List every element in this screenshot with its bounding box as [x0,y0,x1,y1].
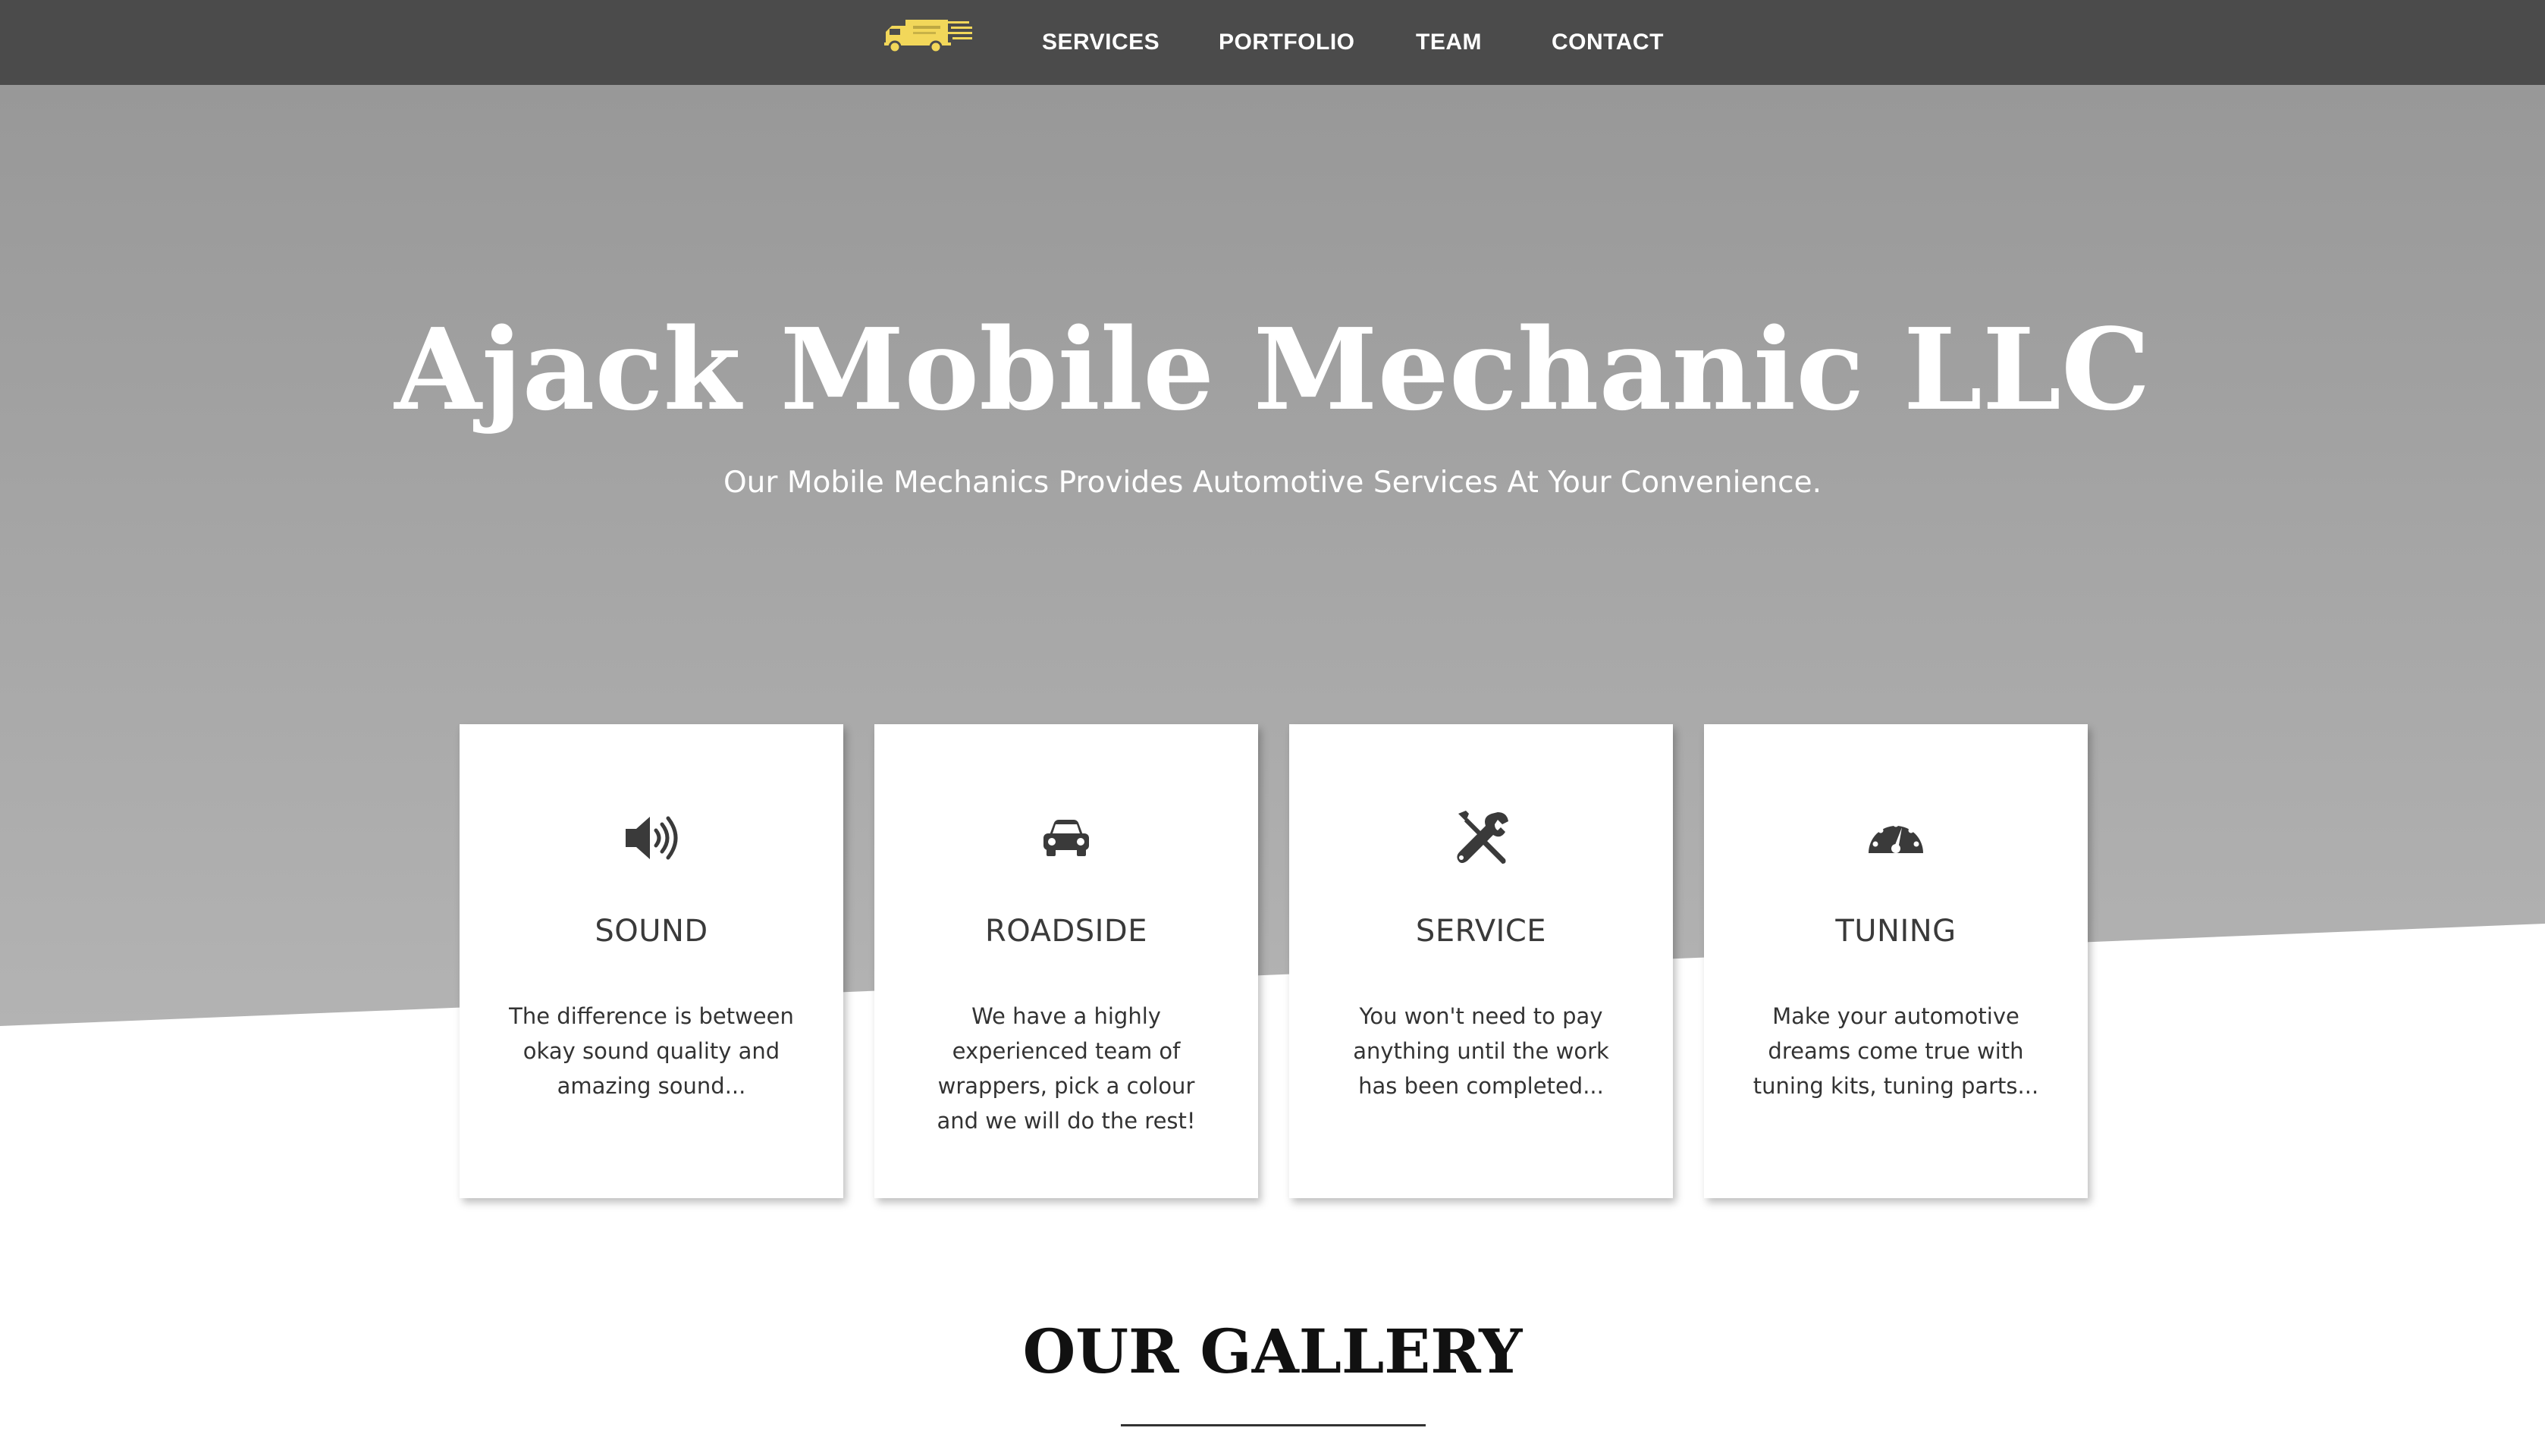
service-card-roadside[interactable]: ROADSIDE We have a highly experienced te… [874,724,1258,1198]
card-description: We have a highly experienced team of wra… [937,1003,1196,1134]
gallery-divider [1121,1424,1426,1426]
delivery-truck-logo-icon[interactable] [883,17,975,55]
hero-title: Ajack Mobile Mechanic LLC [394,303,2151,435]
speedometer-icon [1869,821,1923,853]
hero-subtitle: Our Mobile Mechanics Provides Automotive… [723,466,1822,500]
hero-background [0,85,2545,1026]
card-description: The difference is between okay sound qua… [509,1003,794,1099]
nav-link-contact[interactable]: CONTACT [1552,27,1664,58]
speaker-icon [626,816,678,860]
card-title: SERVICE [1415,914,1547,949]
top-navbar: SERVICES PORTFOLIO TEAM CONTACT [0,0,2545,85]
car-icon [1043,820,1089,856]
nav-link-services[interactable]: SERVICES [1042,27,1160,58]
card-title: TUNING [1835,914,1957,949]
service-card-tuning[interactable]: TUNING Make your automotive dreams come … [1704,724,2088,1198]
gallery-heading: OUR GALLERY [1022,1316,1523,1387]
wrench-screwdriver-icon [1457,811,1508,864]
card-title: SOUND [595,914,708,949]
card-description: Make your automotive dreams come true wi… [1753,1003,2039,1099]
card-title: ROADSIDE [985,914,1147,949]
service-card-service[interactable]: SERVICE You won't need to pay anything u… [1289,724,1673,1198]
service-card-sound[interactable]: SOUND The difference is between okay sou… [460,724,843,1198]
card-description: You won't need to pay anything until the… [1353,1003,1609,1099]
nav-link-portfolio[interactable]: PORTFOLIO [1219,27,1355,58]
nav-link-team[interactable]: TEAM [1416,27,1482,58]
